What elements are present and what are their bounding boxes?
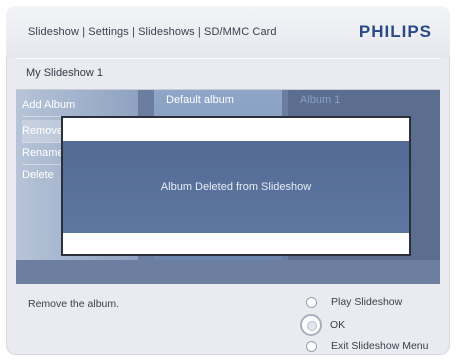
radio-icon — [306, 296, 317, 308]
option-label: Exit Slideshow Menu — [331, 340, 429, 352]
radio-icon — [306, 340, 317, 352]
panel-bottom-strip — [16, 260, 440, 284]
screen: Slideshow | Settings | Slideshows | SD/M… — [0, 0, 456, 361]
brand-logo: PHILIPS — [358, 22, 432, 41]
album-label: Default album — [166, 94, 234, 106]
menu-item-add-album[interactable]: Add Album — [22, 94, 132, 116]
option-exit-slideshow-menu[interactable]: Exit Slideshow Menu — [306, 336, 428, 355]
help-text: Remove the album. — [28, 298, 120, 310]
dialog-body: Album Deleted from Slideshow — [63, 141, 409, 233]
window-frame: Slideshow | Settings | Slideshows | SD/M… — [6, 6, 450, 355]
dialog-message: Album Deleted from Slideshow — [160, 181, 312, 193]
title-bar: My Slideshow 1 — [16, 58, 440, 90]
album-label: Album 1 — [300, 94, 341, 106]
option-ok[interactable]: OK — [300, 314, 346, 336]
option-label: OK — [330, 318, 346, 331]
option-label: Play Slideshow — [331, 296, 403, 308]
header: Slideshow | Settings | Slideshows | SD/M… — [6, 6, 450, 58]
confirmation-dialog: Album Deleted from Slideshow — [61, 116, 411, 256]
option-play-slideshow[interactable]: Play Slideshow — [306, 292, 402, 312]
ok-dial-icon — [300, 314, 322, 336]
breadcrumb: Slideshow | Settings | Slideshows | SD/M… — [28, 26, 277, 38]
page-title: My Slideshow 1 — [26, 67, 104, 79]
